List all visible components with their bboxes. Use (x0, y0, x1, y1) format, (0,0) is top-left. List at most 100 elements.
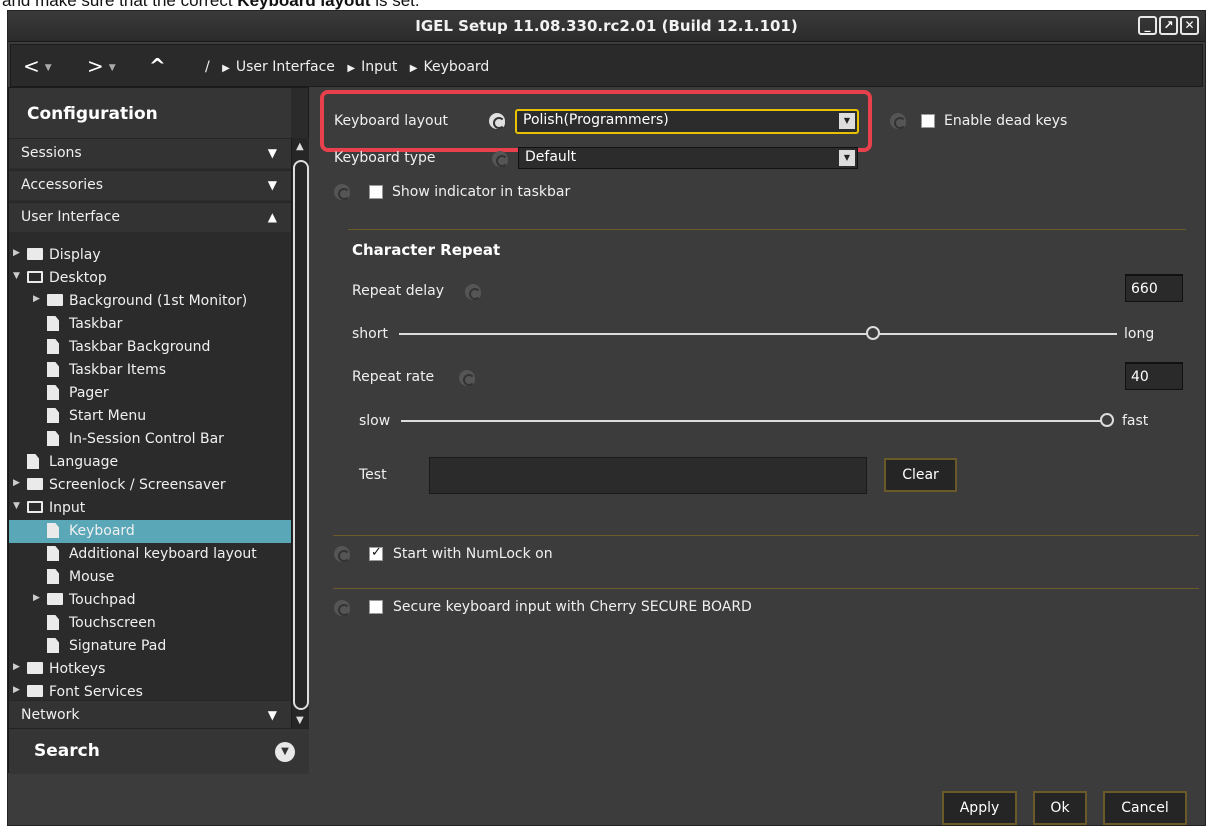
sidebar-header: Configuration (9, 88, 291, 138)
breadcrumb-item[interactable]: Input (361, 59, 397, 75)
divider (333, 535, 1199, 536)
tree-item-taskbar[interactable]: Taskbar (9, 313, 291, 336)
search-section[interactable]: Search ▼ (9, 728, 309, 774)
forward-button[interactable]: > ▼ (87, 53, 116, 81)
ok-button[interactable]: Ok (1033, 791, 1087, 825)
document-icon (27, 454, 39, 469)
sidebar-category-network[interactable]: Network ▼ (9, 700, 291, 730)
reset-icon[interactable] (334, 600, 350, 616)
repeat-delay-slider-knob[interactable] (865, 326, 880, 340)
document-icon (47, 408, 59, 423)
tree-item-pager[interactable]: Pager (9, 382, 291, 405)
breadcrumb-item[interactable]: Keyboard (424, 59, 490, 75)
repeat-rate-input[interactable]: 40 (1125, 362, 1183, 390)
tree-item-label: Background (1st Monitor) (69, 293, 248, 309)
tree-item-touchscreen[interactable]: Touchscreen (9, 612, 291, 635)
test-input[interactable] (429, 457, 867, 494)
keyboard-layout-dropdown[interactable]: Polish(Programmers) ▼ (515, 109, 859, 134)
scroll-down-icon[interactable]: ▼ (296, 715, 304, 726)
reset-icon[interactable] (334, 184, 350, 200)
close-button[interactable]: ✕ (1180, 16, 1199, 35)
tree-item-mouse[interactable]: Mouse (9, 566, 291, 589)
sidebar-category-sessions[interactable]: Sessions ▼ (9, 138, 291, 168)
keyboard-type-label: Keyboard type (334, 150, 436, 166)
minimize-button[interactable]: _ (1138, 16, 1157, 35)
breadcrumb-root[interactable]: / (205, 59, 210, 75)
expand-icon[interactable]: ▶ (33, 593, 40, 603)
chevron-down-icon[interactable]: ▼ (109, 63, 116, 73)
repeat-delay-input[interactable]: 660 (1125, 274, 1183, 302)
tree-item-in-session-control-bar[interactable]: In-Session Control Bar (9, 428, 291, 451)
tree-item-keyboard[interactable]: Keyboard (9, 520, 291, 543)
cancel-button[interactable]: Cancel (1103, 791, 1187, 825)
document-icon (47, 546, 59, 561)
back-icon: < (23, 54, 40, 78)
test-label: Test (359, 467, 387, 483)
expand-icon[interactable]: ▶ (13, 662, 20, 672)
tree-item-additional-keyboard-layout[interactable]: Additional keyboard layout (9, 543, 291, 566)
up-icon: ^ (149, 54, 166, 78)
show-indicator-checkbox[interactable] (369, 185, 383, 199)
reset-icon[interactable] (465, 284, 481, 300)
tree-item-screenlock-screensaver[interactable]: ▶ Screenlock / Screensaver (9, 474, 291, 497)
up-button[interactable]: ^ (149, 53, 166, 79)
tree-item-touchpad[interactable]: ▶ Touchpad (9, 589, 291, 612)
tree-item-taskbar-background[interactable]: Taskbar Background (9, 336, 291, 359)
document-icon (47, 362, 59, 377)
tree-item-hotkeys[interactable]: ▶ Hotkeys (9, 658, 291, 681)
expand-icon[interactable]: ▶ (33, 294, 40, 304)
repeat-delay-slider[interactable] (399, 333, 1117, 335)
collapse-icon[interactable]: ▼ (13, 501, 20, 511)
expand-icon[interactable]: ▶ (13, 248, 20, 258)
reset-icon[interactable] (492, 151, 508, 167)
expand-icon[interactable]: ▶ (13, 685, 20, 695)
tree-item-label: Font Services (49, 684, 143, 699)
document-icon (47, 316, 59, 331)
chevron-up-icon: ▲ (267, 210, 277, 224)
tree-item-signature-pad[interactable]: Signature Pad (9, 635, 291, 658)
chevron-down-icon: ▼ (839, 113, 855, 129)
enable-dead-keys-label: Enable dead keys (944, 113, 1068, 129)
expand-icon[interactable]: ▶ (13, 478, 20, 488)
reset-icon[interactable] (890, 113, 906, 129)
reset-icon[interactable] (334, 546, 350, 562)
breadcrumb-item[interactable]: User Interface (236, 59, 335, 75)
tree-item-label: Touchpad (69, 592, 136, 608)
search-expand-icon[interactable]: ▼ (275, 742, 295, 762)
cherry-secure-board-checkbox[interactable] (369, 600, 383, 614)
window-title: IGEL Setup 11.08.330.rc2.01 (Build 12.1.… (415, 17, 798, 35)
clear-button[interactable]: Clear (884, 458, 957, 492)
tree-item-start-menu[interactable]: Start Menu (9, 405, 291, 428)
scrollbar-thumb[interactable] (293, 160, 309, 710)
tree-item-input[interactable]: ▼ Input (9, 497, 291, 520)
folder-open-icon (27, 501, 43, 513)
tree-item-display[interactable]: ▶ Display (9, 244, 291, 267)
tree-item-font-services[interactable]: ▶ Font Services (9, 681, 291, 699)
tree-item-taskbar-items[interactable]: Taskbar Items (9, 359, 291, 382)
back-button[interactable]: < ▼ (23, 53, 52, 81)
enable-dead-keys-checkbox[interactable] (921, 114, 935, 128)
apply-button[interactable]: Apply (942, 791, 1017, 825)
config-tree: ▶ Display ▼ Desktop ▶ Background (1st Monitor… (9, 244, 291, 699)
scroll-up-icon[interactable]: ▲ (296, 141, 304, 152)
repeat-rate-slider-knob[interactable] (1100, 413, 1114, 427)
sidebar-scrollbar[interactable]: ▲ ▼ (291, 138, 309, 728)
collapse-icon[interactable]: ▼ (13, 271, 20, 281)
tree-item-background-1st-monitor[interactable]: ▶ Background (1st Monitor) (9, 290, 291, 313)
reset-icon[interactable] (489, 113, 505, 129)
sidebar-category-user-interface[interactable]: User Interface ▲ (9, 202, 291, 232)
sidebar-category-accessories[interactable]: Accessories ▼ (9, 170, 291, 200)
document-icon (47, 638, 59, 653)
keyboard-type-dropdown[interactable]: Default ▼ (518, 147, 858, 169)
reset-icon[interactable] (459, 370, 475, 386)
repeat-delay-min-label: short (352, 326, 388, 342)
tree-item-label: Start Menu (69, 408, 147, 424)
tree-item-label: Touchscreen (69, 615, 156, 631)
tree-item-desktop[interactable]: ▼ Desktop (9, 267, 291, 290)
repeat-rate-slider[interactable] (401, 420, 1107, 422)
chevron-down-icon[interactable]: ▼ (45, 63, 52, 73)
numlock-checkbox[interactable] (369, 545, 383, 561)
tree-item-language[interactable]: Language (9, 451, 291, 474)
keyboard-layout-label: Keyboard layout (334, 113, 448, 129)
maximize-button[interactable]: ↗ (1159, 16, 1178, 35)
